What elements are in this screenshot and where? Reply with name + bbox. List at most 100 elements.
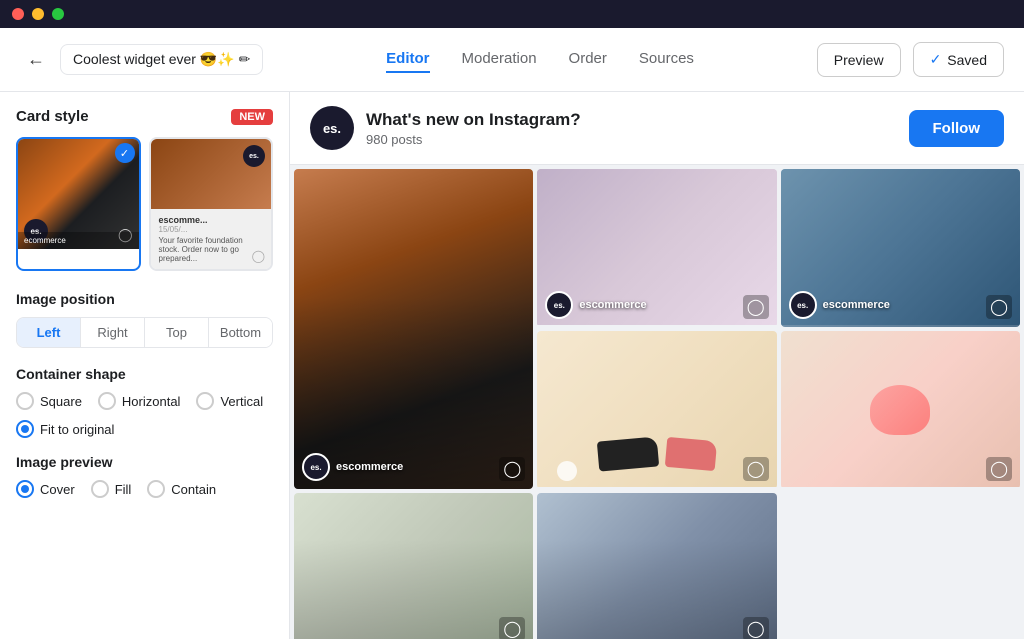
nav-editor[interactable]: Editor — [386, 46, 429, 73]
flowers-center — [781, 331, 1020, 489]
shape-square-label: Square — [40, 394, 82, 409]
shoes-display — [598, 439, 716, 469]
pos-bottom-button[interactable]: Bottom — [209, 318, 272, 347]
traffic-light-red — [12, 8, 24, 20]
new-badge: NEW — [231, 109, 273, 125]
traffic-light-yellow — [32, 8, 44, 20]
clothes-insta-icon: ◯ — [499, 617, 525, 639]
shape-fit-radio — [16, 420, 34, 438]
topbar — [0, 0, 1024, 28]
card-options: es. ◯ ecommerce ✓ es. escomme... 15/05/.… — [16, 137, 273, 271]
nav-order[interactable]: Order — [569, 46, 607, 73]
grid-item-shoes[interactable]: ◯ — [537, 331, 776, 489]
portrait-overlay-bar: es. escommerce — [302, 453, 403, 481]
widget-title-text: Coolest widget ever 😎✨ ✏ — [73, 51, 250, 68]
shape-fit[interactable]: Fit to original — [16, 420, 114, 438]
card-check-1: ✓ — [115, 143, 135, 163]
shape-row-2: Fit to original — [16, 420, 273, 438]
grid-item-portrait[interactable]: es. escommerce ◯ — [294, 169, 533, 489]
saved-label: Saved — [947, 52, 987, 68]
photo-grid: es. escommerce ◯ sale 50% off es. e — [290, 165, 1024, 639]
image-position-title: Image position — [16, 291, 273, 307]
grid-item-sale[interactable]: sale 50% off es. escommerce ◯ — [537, 169, 776, 327]
position-buttons: Left Right Top Bottom — [16, 317, 273, 348]
pos-top-button[interactable]: Top — [145, 318, 209, 347]
content-area: es. What's new on Instagram? 980 posts F… — [290, 92, 1024, 639]
shape-row-1: Square Horizontal Vertical — [16, 392, 273, 410]
preview-contain-label: Contain — [171, 482, 216, 497]
card-style-header: Card style NEW — [16, 108, 273, 125]
jeans-username: escommerce — [823, 299, 890, 311]
nav-moderation[interactable]: Moderation — [462, 46, 537, 73]
flowers-insta-icon: ◯ — [986, 457, 1012, 481]
feed-profile: es. What's new on Instagram? 980 posts — [310, 106, 581, 150]
preview-fill-label: Fill — [115, 482, 132, 497]
preview-contain-radio — [147, 480, 165, 498]
card-logo-2: es. — [243, 145, 265, 167]
sale-avatar: es. — [545, 291, 573, 319]
portrait-overlay — [294, 169, 533, 489]
grid-item-people[interactable]: ◯ — [537, 493, 776, 639]
preview-contain[interactable]: Contain — [147, 480, 216, 498]
flowers-image — [781, 331, 1020, 487]
people-overlay — [537, 493, 776, 639]
card-style-title: Card style — [16, 108, 89, 125]
preview-fill-radio — [91, 480, 109, 498]
back-button[interactable]: ← — [20, 44, 52, 76]
main-layout: Card style NEW es. ◯ ecommerce ✓ es. — [0, 92, 1024, 639]
portrait-image — [294, 169, 533, 489]
flower-decor — [557, 461, 577, 481]
shape-fit-label: Fit to original — [40, 422, 114, 437]
nav-sources[interactable]: Sources — [639, 46, 694, 73]
card-option-1[interactable]: es. ◯ ecommerce ✓ — [16, 137, 141, 271]
feed-avatar: es. — [310, 106, 354, 150]
header: ← Coolest widget ever 😎✨ ✏ Editor Modera… — [0, 28, 1024, 92]
preview-button[interactable]: Preview — [817, 43, 901, 77]
preview-group: Cover Fill Contain — [16, 480, 273, 498]
feed-subtitle: 980 posts — [366, 132, 581, 147]
feed-header: es. What's new on Instagram? 980 posts F… — [290, 92, 1024, 165]
people-insta-icon: ◯ — [743, 617, 769, 639]
grid-item-clothes[interactable]: ◯ — [294, 493, 533, 639]
follow-button[interactable]: Follow — [909, 110, 1005, 147]
grid-item-flowers[interactable]: ◯ — [781, 331, 1020, 489]
shape-horizontal-label: Horizontal — [122, 394, 181, 409]
shoes-image — [537, 331, 776, 487]
preview-fill[interactable]: Fill — [91, 480, 132, 498]
saved-button[interactable]: ✓ Saved — [913, 42, 1004, 77]
check-icon: ✓ — [930, 51, 942, 68]
portrait-insta-icon: ◯ — [499, 457, 525, 481]
container-shape-title: Container shape — [16, 366, 273, 382]
sidebar: Card style NEW es. ◯ ecommerce ✓ es. — [0, 92, 290, 639]
sale-username: escommerce — [579, 299, 646, 311]
grid-item-jeans[interactable]: es. escommerce ◯ — [781, 169, 1020, 327]
shape-square[interactable]: Square — [16, 392, 82, 410]
shoes-insta-icon: ◯ — [743, 457, 769, 481]
widget-title-input[interactable]: Coolest widget ever 😎✨ ✏ — [60, 44, 263, 75]
feed-info: What's new on Instagram? 980 posts — [366, 110, 581, 147]
shape-vertical-radio — [196, 392, 214, 410]
clothes-overlay — [294, 493, 533, 639]
shape-vertical[interactable]: Vertical — [196, 392, 263, 410]
traffic-light-green — [52, 8, 64, 20]
avatar-text: es. — [323, 121, 341, 136]
pos-right-button[interactable]: Right — [81, 318, 145, 347]
header-actions: Preview ✓ Saved — [817, 42, 1004, 77]
shape-horizontal[interactable]: Horizontal — [98, 392, 181, 410]
card-style-2-image: es. escomme... 15/05/... Your favorite f… — [151, 139, 272, 269]
clothes-image — [294, 493, 533, 639]
shoe-left — [597, 436, 659, 471]
container-shape-group: Square Horizontal Vertical Fit to origin… — [16, 392, 273, 438]
image-preview-title: Image preview — [16, 454, 273, 470]
jeans-insta-icon: ◯ — [986, 295, 1012, 319]
preview-cover[interactable]: Cover — [16, 480, 75, 498]
card-insta-2: ◯ — [252, 249, 265, 263]
header-nav: Editor Moderation Order Sources — [263, 46, 816, 73]
preview-cover-radio — [16, 480, 34, 498]
portrait-avatar: es. — [302, 453, 330, 481]
people-image — [537, 493, 776, 639]
card-option-2[interactable]: es. escomme... 15/05/... Your favorite f… — [149, 137, 274, 271]
pos-left-button[interactable]: Left — [17, 318, 81, 347]
jeans-avatar: es. — [789, 291, 817, 319]
feed-title: What's new on Instagram? — [366, 110, 581, 130]
